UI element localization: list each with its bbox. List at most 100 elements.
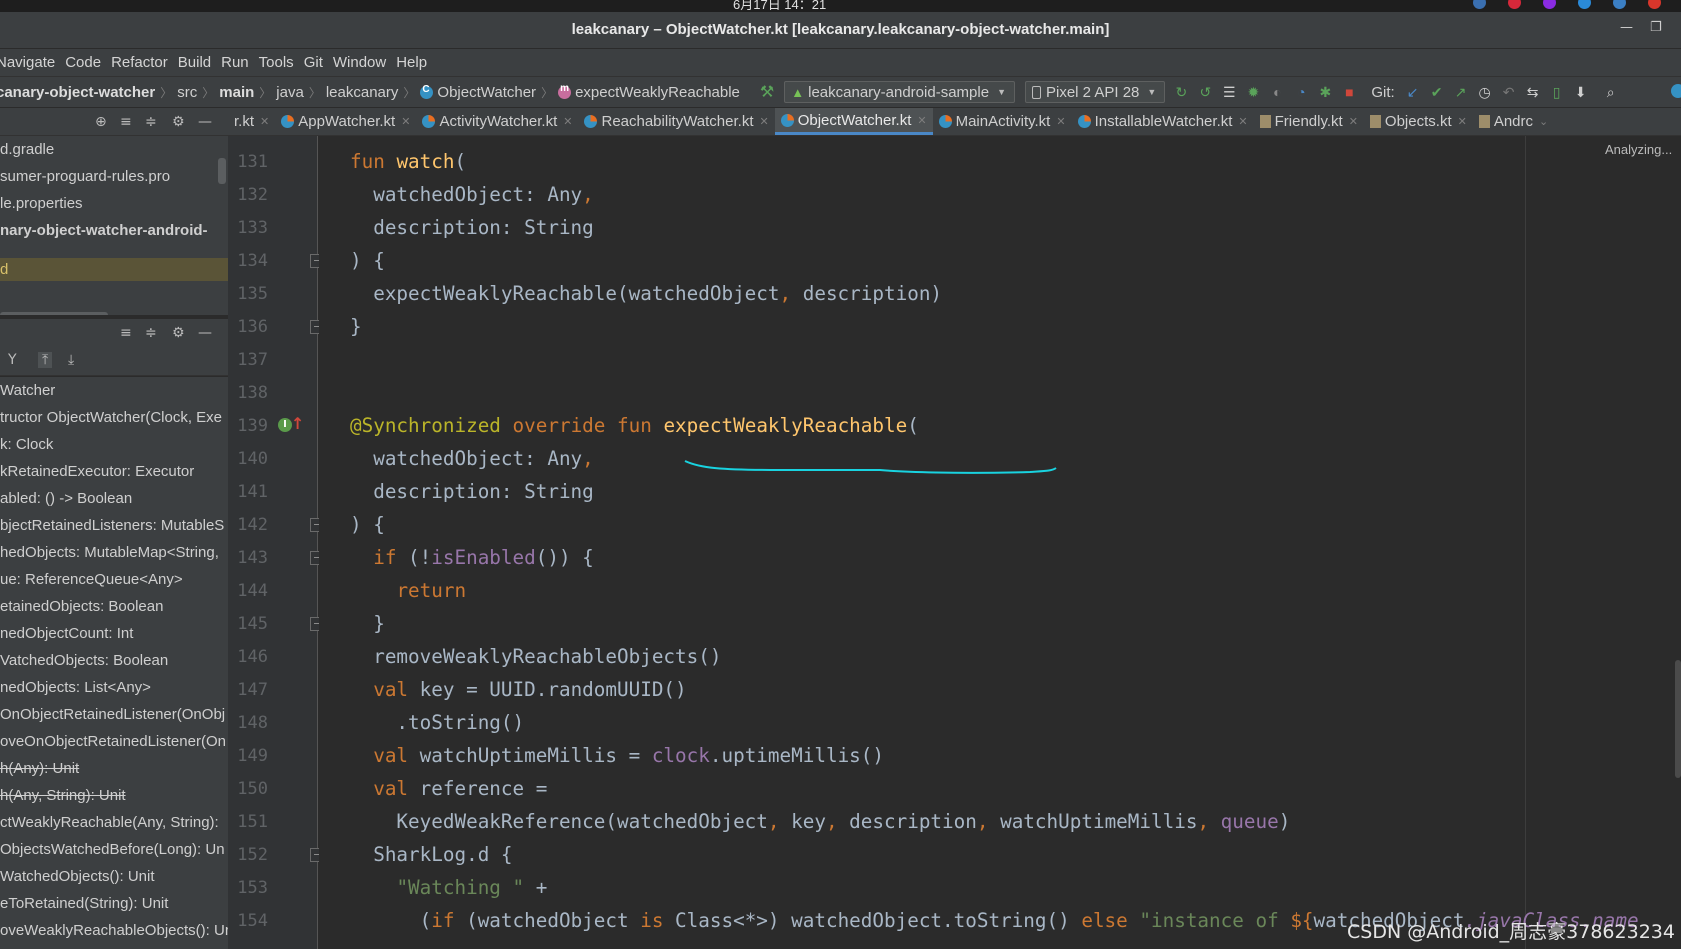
sort-visibility-icon[interactable]: ⤒ <box>38 352 53 368</box>
code-line[interactable]: "Watching " + <box>350 876 547 899</box>
avd-manager-icon[interactable]: ▯ <box>1549 84 1565 101</box>
tray-red-icon[interactable] <box>1508 0 1521 9</box>
tray-purple-icon[interactable] <box>1543 0 1556 9</box>
structure-item-deprecated[interactable]: h(Any): Unit <box>0 755 228 782</box>
structure-item[interactable]: tructor ObjectWatcher(Clock, Exe <box>0 404 228 431</box>
close-icon[interactable]: ✕ <box>563 115 572 128</box>
close-icon[interactable]: ✕ <box>1056 115 1065 128</box>
device-select[interactable]: Pixel 2 API 28 ▼ <box>1024 81 1166 103</box>
breadcrumb-class[interactable]: ObjectWatcher <box>437 84 536 101</box>
breadcrumb-src[interactable]: src <box>177 84 197 101</box>
filter-icon[interactable]: Y <box>8 352 17 368</box>
code-line[interactable]: val watchUptimeMillis = clock.uptimeMill… <box>350 744 884 767</box>
tab-objectwatcher[interactable]: ObjectWatcher.kt ✕ <box>774 108 933 135</box>
minimize-button[interactable]: — <box>1620 20 1633 35</box>
structure-item[interactable]: VatchedObjects: Boolean <box>0 647 228 674</box>
tree-item-selected[interactable]: d <box>0 258 228 281</box>
locate-icon[interactable]: ⊕ <box>95 114 107 130</box>
structure-item[interactable]: kRetainedExecutor: Executor <box>0 458 228 485</box>
menu-git[interactable]: Git <box>304 54 331 71</box>
code-line[interactable]: watchedObject: Any, <box>350 183 594 206</box>
close-icon[interactable]: ✕ <box>260 115 269 128</box>
tray-red2-icon[interactable] <box>1648 0 1661 9</box>
code-line[interactable]: ) { <box>350 249 385 272</box>
structure-item[interactable]: hedObjects: MutableMap<String, <box>0 539 228 566</box>
tab-friendly[interactable]: Friendly.kt ✕ <box>1254 108 1364 135</box>
tree-item[interactable]: nary-object-watcher-android- <box>0 217 228 244</box>
tab-mainactivity[interactable]: MainActivity.kt ✕ <box>933 108 1072 135</box>
structure-item[interactable]: ObjectsWatchedBefore(Long): Un <box>0 836 228 863</box>
structure-item[interactable]: etainedObjects: Boolean <box>0 593 228 620</box>
tree-item[interactable]: sumer-proguard-rules.pro <box>0 163 228 190</box>
horizontal-scrollbar[interactable] <box>0 312 108 315</box>
implements-icon[interactable]: I <box>278 418 292 432</box>
structure-item[interactable]: WatchedObjects(): Unit <box>0 863 228 890</box>
tree-item[interactable]: le.properties <box>0 190 228 217</box>
code-line[interactable]: description: String <box>350 480 594 503</box>
gear-icon[interactable]: ⚙ <box>172 325 185 341</box>
git-commit-icon[interactable]: ✔ <box>1429 84 1445 101</box>
close-icon[interactable]: ✕ <box>1458 115 1467 128</box>
code-line[interactable]: val key = UUID.randomUUID() <box>350 678 686 701</box>
code-line[interactable]: } <box>350 315 362 338</box>
menu-navigate[interactable]: Navigate <box>0 54 63 71</box>
close-icon[interactable]: ✕ <box>917 114 926 127</box>
structure-item[interactable]: oveWeaklyReachableObjects(): Ur <box>0 917 228 944</box>
maximize-button[interactable]: ❐ <box>1650 20 1662 35</box>
tray-blue-icon[interactable] <box>1578 0 1591 9</box>
code-line[interactable]: watchedObject: Any, <box>350 447 594 470</box>
breadcrumb-java[interactable]: java <box>276 84 304 101</box>
git-push-icon[interactable]: ↗ <box>1453 84 1469 101</box>
expand-all-icon[interactable]: ≡ <box>120 325 132 341</box>
apply-changes-icon[interactable]: ↻ <box>1173 84 1189 101</box>
structure-item[interactable]: k: Clock <box>0 431 228 458</box>
structure-item[interactable]: eToRetained(String): Unit <box>0 890 228 917</box>
tab-r-kt[interactable]: r.kt ✕ <box>228 108 275 135</box>
structure-item[interactable]: nedObjects: List<Any> <box>0 674 228 701</box>
close-icon[interactable]: ✕ <box>1349 115 1358 128</box>
run-tests-icon[interactable]: ☰ <box>1221 84 1237 101</box>
go-to-super-icon[interactable]: ↑ <box>291 414 304 433</box>
menu-window[interactable]: Window <box>333 54 394 71</box>
tab-appwatcher[interactable]: AppWatcher.kt ✕ <box>275 108 416 135</box>
sort-alpha-icon[interactable]: ⤓ <box>68 352 74 368</box>
code-line[interactable]: if (!isEnabled()) { <box>350 546 594 569</box>
close-icon[interactable]: ✕ <box>401 115 410 128</box>
hide-panel-icon[interactable]: — <box>198 325 212 341</box>
structure-item[interactable]: abled: () -> Boolean <box>0 485 228 512</box>
hide-panel-icon[interactable]: — <box>198 114 212 130</box>
structure-item[interactable]: oveOnObjectRetainedListener(On <box>0 728 228 755</box>
structure-item[interactable]: ctWeaklyReachable(Any, String): <box>0 809 228 836</box>
editor-scrollbar[interactable] <box>1675 660 1681 778</box>
git-rollback-icon[interactable]: ↶ <box>1501 84 1517 101</box>
chevron-down-icon[interactable]: ⌄ <box>1539 115 1548 128</box>
breadcrumb-method[interactable]: expectWeaklyReachable <box>575 84 740 101</box>
menu-code[interactable]: Code <box>65 54 109 71</box>
structure-item[interactable]: bjectRetainedListeners: MutableS <box>0 512 228 539</box>
code-line[interactable]: return <box>350 579 466 602</box>
code-line[interactable]: } <box>350 612 385 635</box>
code-line[interactable]: removeWeaklyReachableObjects() <box>350 645 721 668</box>
tray-chrome-icon[interactable] <box>1473 0 1486 9</box>
breadcrumb-main[interactable]: main <box>219 84 254 101</box>
structure-item[interactable]: OnObjectRetainedListener(OnObj <box>0 701 228 728</box>
tray-app-icon[interactable] <box>1613 0 1626 9</box>
menu-tools[interactable]: Tools <box>259 54 302 71</box>
code-line[interactable]: KeyedWeakReference(watchedObject, key, d… <box>350 810 1290 833</box>
apply-code-changes-icon[interactable]: ↺ <box>1197 84 1213 101</box>
code-line[interactable]: .toString() <box>350 711 524 734</box>
git-update-icon[interactable]: ↙ <box>1405 84 1421 101</box>
code-line[interactable]: @Synchronized override fun expectWeaklyR… <box>350 414 919 437</box>
debug-icon[interactable]: ✹ <box>1245 84 1261 101</box>
breadcrumb-module[interactable]: canary-object-watcher <box>0 84 155 101</box>
code-line[interactable]: val reference = <box>350 777 547 800</box>
close-icon[interactable]: ✕ <box>1238 115 1247 128</box>
menu-refactor[interactable]: Refactor <box>111 54 176 71</box>
attach-debugger-icon[interactable]: ✱ <box>1317 84 1333 101</box>
tab-activitywatcher[interactable]: ActivityWatcher.kt ✕ <box>416 108 578 135</box>
coverage-icon[interactable]: ◐ <box>1269 84 1285 100</box>
collapse-all-icon[interactable]: ≑ <box>145 325 157 341</box>
profile-icon[interactable]: ◔ <box>1293 84 1309 100</box>
tab-reachabilitywatcher[interactable]: ReachabilityWatcher.kt ✕ <box>578 108 774 135</box>
tab-objects[interactable]: Objects.kt ✕ <box>1364 108 1473 135</box>
